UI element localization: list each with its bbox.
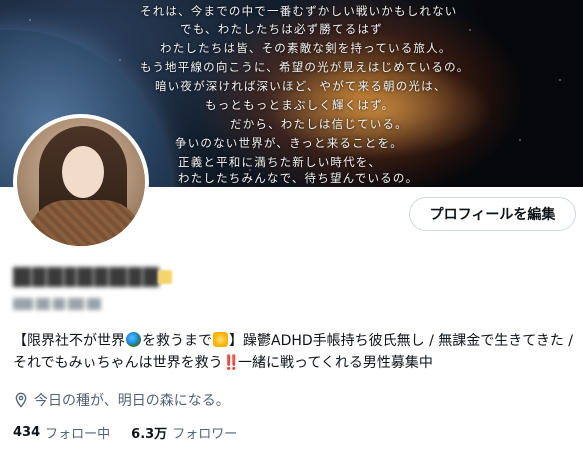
followers-link[interactable]: 6.3万 フォロワー [131,423,237,442]
following-label: フォロー中 [45,426,111,442]
banner-line: わたしたちみんなで、待ち望んでいるの。 [178,171,419,185]
location-pin-icon [15,392,27,408]
profile-bio: 【限界社不が世界 を救うまで 】躁鬱ADHD手帳持ち彼氏無し / 無課金で生きてきた… [13,330,575,374]
edit-profile-button[interactable]: プロフィールを編集 [409,197,576,231]
profile-location: 今日の種が、明日の森になる。 [13,390,230,410]
banner-line: 暗い夜が深ければ深いほど、やがて来る朝の光は、 [155,79,447,93]
banner-line: わたしたちは皆、その素敵な剣を持っている旅人。 [160,41,452,55]
double-exclamation-emoji-icon: ‼️ [222,355,240,371]
followers-label: フォロワー [172,426,238,442]
bio-text: 【限界社不が世界 [13,333,125,349]
followers-count: 6.3万 [131,426,168,442]
profile-stats: 434 フォロー中 6.3万 フォロワー [13,422,258,442]
banner-line: もっともっとまぶしく輝くはず。 [205,98,395,112]
banner-line: 争いのない世界が、きっと来ることを。 [175,136,403,150]
location-text: 今日の種が、明日の森になる。 [34,393,230,409]
name-badge-icon [158,270,172,284]
globe-emoji-icon [126,332,141,347]
banner-line: それは、今までの中で一番むずかしい戦いかもしれない [140,4,458,18]
handle-redacted [13,295,111,311]
following-link[interactable]: 434 フォロー中 [13,423,110,442]
profile-avatar[interactable] [13,114,149,250]
dizzy-star-emoji-icon [213,332,228,347]
banner-line: でも、わたしたちは必ず勝てるはず [180,22,383,36]
avatar-face [62,146,104,198]
banner-line: だから、わたしは信じている。 [230,117,408,131]
bio-text: 一緒に戦ってくれる男性募集中 [238,355,433,371]
following-count: 434 [13,424,41,440]
avatar-sweater [27,200,143,246]
bio-text: を救うまで [142,333,212,349]
banner-line: もう地平線の向こうに、希望の光が見えはじめているの。 [140,60,470,74]
